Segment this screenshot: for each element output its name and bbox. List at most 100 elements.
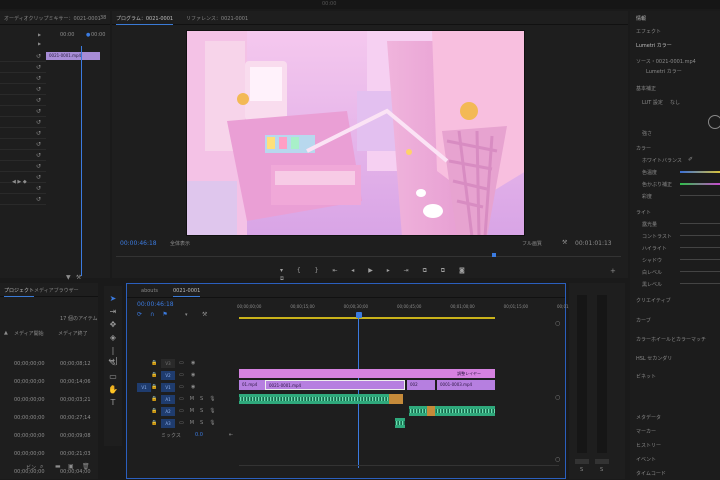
mix-value[interactable]: 0.0 <box>195 432 203 438</box>
trash-icon[interactable]: 🗑 <box>82 463 90 470</box>
reset-icon[interactable]: ↺ <box>36 119 41 126</box>
meter-channel-left[interactable] <box>575 459 589 464</box>
audio-clip[interactable] <box>395 418 405 428</box>
tab-project[interactable]: プロジェクト <box>4 287 35 297</box>
program-timecode[interactable]: 00:00:46:18 <box>120 240 157 247</box>
fit-dropdown[interactable]: 全体表示 <box>170 240 190 247</box>
lock-icon[interactable]: 🔒 <box>151 420 157 426</box>
tab-program[interactable]: プログラム：0021-0001 <box>116 15 174 25</box>
source-clip[interactable]: 0021-0001.mp4 <box>46 52 100 60</box>
eye-icon[interactable]: ◉ <box>191 360 195 366</box>
search-icon[interactable]: ⌕ <box>40 463 43 471</box>
history-tab[interactable]: ヒストリー <box>636 442 661 449</box>
timeline-tool-icons[interactable]: ⟳∩⚑ <box>137 311 176 318</box>
lock-icon[interactable]: 🔒 <box>151 360 157 366</box>
color-wheels-section[interactable]: カラーホイールとカラーマッチ <box>636 336 706 343</box>
sync-icon[interactable]: ▭ <box>179 360 184 366</box>
reset-icon[interactable]: ↺ <box>36 53 41 60</box>
metadata-tab[interactable]: メタデータ <box>636 414 661 421</box>
lock-icon[interactable]: 🔒 <box>151 384 157 390</box>
color-section[interactable]: カラー <box>636 145 651 152</box>
markers-tab[interactable]: マーカー <box>636 428 656 435</box>
play-icon[interactable]: ▶ <box>38 32 41 37</box>
whites-slider[interactable] <box>680 271 720 272</box>
source-label[interactable]: ソース・0021-0001.mp4 <box>636 58 696 65</box>
blacks-slider[interactable] <box>680 283 720 284</box>
col-media-start[interactable]: メディア開始 <box>14 330 44 337</box>
type-tool-icon[interactable]: T <box>108 398 118 408</box>
time-ruler[interactable]: 00;00;00;00 00;00;15;00 00;00;30;00 00;00;4… <box>237 304 581 314</box>
sync-icon[interactable]: ▭ <box>179 372 184 378</box>
wrench-icon[interactable]: ⚒ <box>76 274 81 281</box>
events-tab[interactable]: イベント <box>636 456 656 463</box>
reset-icon[interactable]: ↺ <box>36 75 41 82</box>
playhead-marker[interactable]: ● <box>86 32 90 38</box>
reset-icon[interactable]: ↺ <box>36 174 41 181</box>
eyedropper-icon[interactable]: ✐ <box>688 156 693 163</box>
folder-icon[interactable]: ▬ <box>55 463 61 470</box>
hand-tool-icon[interactable]: ✋ <box>108 385 118 395</box>
lumetri-title[interactable]: Lumetri カラー <box>636 42 672 49</box>
program-playhead[interactable] <box>492 253 496 257</box>
shadows-slider[interactable] <box>680 259 720 260</box>
audio-transition[interactable] <box>427 406 435 416</box>
mute-solo-icons[interactable]: ▭MS🎙 <box>179 420 222 426</box>
track-label-v2[interactable]: V2 <box>161 371 175 380</box>
video-clip-selected[interactable]: 0021-0001.mp4 <box>265 380 405 390</box>
track-label-v1[interactable]: V1 <box>161 383 175 392</box>
scroll-handle-icon[interactable]: ○ <box>555 456 560 463</box>
lock-icon[interactable]: 🔒 <box>151 408 157 414</box>
reset-icon[interactable]: ↺ <box>36 152 41 159</box>
add-button-icon[interactable]: + <box>610 267 616 275</box>
filter-icon[interactable]: ▼ <box>66 274 71 281</box>
curves-section[interactable]: カーブ <box>636 317 651 324</box>
tint-slider[interactable] <box>680 183 720 185</box>
basic-correction[interactable]: 基本補正 <box>636 85 656 92</box>
lock-icon[interactable]: 🔒 <box>151 372 157 378</box>
video-clip[interactable]: 0001-0003.mp4 <box>437 380 495 390</box>
tab-media-browser[interactable]: メディアブラウザー <box>34 287 79 294</box>
sync-icon[interactable]: ▭ <box>179 384 184 390</box>
scroll-handle-icon[interactable]: ○ <box>555 394 560 401</box>
new-item-icon[interactable]: ▣ <box>68 463 74 470</box>
sort-icon[interactable]: ▲ <box>4 330 8 336</box>
video-clip[interactable]: 01.mp4 <box>239 380 265 390</box>
audio-clip[interactable] <box>409 406 495 416</box>
razor-tool-icon[interactable]: ◈ <box>108 333 118 343</box>
eye-icon[interactable]: ◉ <box>191 384 195 390</box>
eye-icon[interactable]: ◉ <box>191 372 195 378</box>
horizontal-scrollbar[interactable] <box>239 465 559 466</box>
saturation-slider[interactable] <box>680 195 720 196</box>
hsl-section[interactable]: HSL セカンダリ <box>636 355 672 362</box>
effects-section[interactable]: エフェクト <box>636 28 661 35</box>
work-area-bar[interactable] <box>239 317 495 319</box>
track-label-a2[interactable]: A2 <box>161 407 175 416</box>
track-label-a3[interactable]: A3 <box>161 419 175 428</box>
nav-icons[interactable]: ◀ ▶ ◆ <box>12 179 27 185</box>
quality-dropdown[interactable]: フル画質 <box>522 240 542 247</box>
pen-tool-icon[interactable]: ✎ <box>108 359 118 369</box>
selection-tool-icon[interactable]: ➤ <box>108 294 118 304</box>
video-clip[interactable]: 002 <box>407 380 435 390</box>
source-effect-label[interactable]: Lumetri カラー <box>646 68 682 75</box>
exposure-slider[interactable] <box>680 223 720 224</box>
lut-intensity-dial[interactable] <box>708 115 720 129</box>
skip-icon[interactable]: ⇤ <box>229 432 233 438</box>
wrench-icon[interactable]: ⚒ <box>202 311 207 318</box>
track-label-v3[interactable]: V3 <box>161 359 175 368</box>
track-label-a1[interactable]: A1 <box>161 395 175 404</box>
lut-value[interactable]: なし <box>670 99 680 106</box>
reset-icon[interactable]: ↺ <box>36 130 41 137</box>
contrast-slider[interactable] <box>680 235 720 236</box>
reset-icon[interactable]: ↺ <box>36 64 41 71</box>
reset-icon[interactable]: ↺ <box>36 86 41 93</box>
tab-sequence-main[interactable]: 0021-0001 <box>173 288 201 297</box>
program-scrub-bar[interactable] <box>116 256 621 257</box>
rectangle-tool-icon[interactable]: ▭ <box>108 372 118 382</box>
reset-icon[interactable]: ↺ <box>36 163 41 170</box>
audio-transition[interactable] <box>389 394 403 404</box>
ripple-edit-tool-icon[interactable]: ✥ <box>108 320 118 330</box>
tab-reference[interactable]: リファレンス：0021-0001 <box>186 15 248 22</box>
scroll-handle-icon[interactable]: ○ <box>555 320 560 327</box>
reset-icon[interactable]: ↺ <box>36 97 41 104</box>
